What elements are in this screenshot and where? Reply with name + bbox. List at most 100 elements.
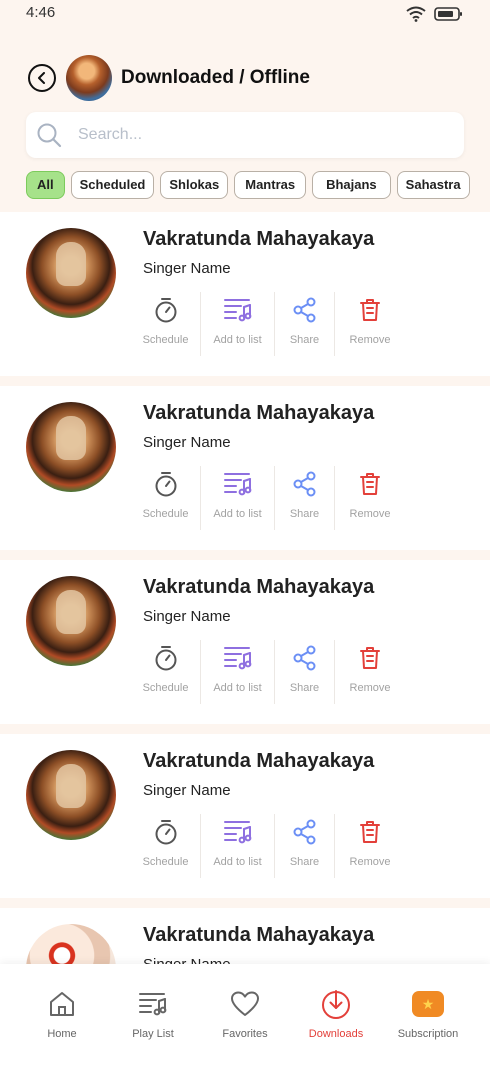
share-button[interactable]: Share xyxy=(275,466,335,530)
subscription-icon: ★ xyxy=(412,988,444,1020)
page-title: Downloaded / Offline xyxy=(121,67,310,88)
share-icon xyxy=(292,644,318,672)
song-thumbnail xyxy=(26,228,116,318)
battery-icon xyxy=(434,6,464,27)
singer-name: Singer Name xyxy=(143,782,231,799)
home-icon xyxy=(48,988,76,1020)
chip-sahastra[interactable]: Sahastra xyxy=(396,171,470,199)
nav-subscription[interactable]: ★ Subscription xyxy=(382,988,474,1040)
add-to-list-label: Add to list xyxy=(213,856,262,868)
singer-name: Singer Name xyxy=(143,260,231,277)
timer-icon xyxy=(154,818,178,846)
remove-button[interactable]: Remove xyxy=(335,640,405,704)
share-label: Share xyxy=(289,856,320,868)
schedule-button[interactable]: Schedule xyxy=(131,466,201,530)
share-button[interactable]: Share xyxy=(275,640,335,704)
song-title: Vakratunda Mahayakaya xyxy=(143,576,375,598)
trash-icon xyxy=(359,296,381,324)
remove-label: Remove xyxy=(349,508,391,520)
schedule-label: Schedule xyxy=(142,334,189,346)
share-icon xyxy=(292,296,318,324)
nav-favorites-label: Favorites xyxy=(222,1028,268,1040)
share-label: Share xyxy=(289,682,320,694)
heart-icon xyxy=(230,988,260,1020)
chip-shlokas[interactable]: Shlokas xyxy=(160,171,229,199)
search-icon xyxy=(34,120,64,150)
nav-home[interactable]: Home xyxy=(16,988,108,1040)
schedule-label: Schedule xyxy=(142,682,189,694)
nav-favorites[interactable]: Favorites xyxy=(199,988,291,1040)
remove-button[interactable]: Remove xyxy=(335,814,405,878)
song-title: Vakratunda Mahayakaya xyxy=(143,750,375,772)
song-thumbnail xyxy=(26,402,116,492)
nav-downloads-label: Downloads xyxy=(308,1028,364,1040)
song-card: Vakratunda Mahayakaya Singer Name Schedu… xyxy=(0,212,490,376)
song-card: Vakratunda Mahayakaya Singer Name Schedu… xyxy=(0,734,490,898)
singer-name: Singer Name xyxy=(143,434,231,451)
share-button[interactable]: Share xyxy=(275,814,335,878)
filter-chips: All Scheduled Shlokas Mantras Bhajans Sahastr… xyxy=(26,171,490,201)
song-actions: Schedule Add to list Share Remove xyxy=(131,466,405,530)
song-title: Vakratunda Mahayakaya xyxy=(143,228,375,250)
add-to-list-button[interactable]: Add to list xyxy=(201,640,275,704)
playlist-icon xyxy=(223,470,253,498)
schedule-label: Schedule xyxy=(142,508,189,520)
search-input[interactable] xyxy=(78,126,438,144)
search-box xyxy=(26,112,464,158)
share-icon xyxy=(292,470,318,498)
share-label: Share xyxy=(289,508,320,520)
chevron-left-icon xyxy=(38,72,45,84)
status-bar: 4:46 xyxy=(0,0,490,34)
status-icons xyxy=(406,6,464,27)
nav-playlist-label: Play List xyxy=(132,1028,174,1040)
nav-subscription-label: Subscription xyxy=(397,1028,459,1040)
playlist-icon xyxy=(223,644,253,672)
remove-label: Remove xyxy=(349,334,391,346)
timer-icon xyxy=(154,470,178,498)
remove-button[interactable]: Remove xyxy=(335,466,405,530)
timer-icon xyxy=(154,644,178,672)
remove-label: Remove xyxy=(349,682,391,694)
header-avatar xyxy=(66,55,112,101)
schedule-label: Schedule xyxy=(142,856,189,868)
page-header: Downloaded / Offline xyxy=(28,55,310,101)
song-actions: Schedule Add to list Share Remove xyxy=(131,640,405,704)
song-thumbnail xyxy=(26,576,116,666)
song-title: Vakratunda Mahayakaya xyxy=(143,402,375,424)
trash-icon xyxy=(359,644,381,672)
song-card: Vakratunda Mahayakaya Singer Name Schedu… xyxy=(0,560,490,724)
schedule-button[interactable]: Schedule xyxy=(131,814,201,878)
timer-icon xyxy=(154,296,178,324)
download-icon xyxy=(320,988,352,1020)
schedule-button[interactable]: Schedule xyxy=(131,640,201,704)
add-to-list-label: Add to list xyxy=(213,508,262,520)
chip-bhajans[interactable]: Bhajans xyxy=(312,171,391,199)
playlist-icon xyxy=(138,988,168,1020)
status-time: 4:46 xyxy=(26,4,56,21)
remove-button[interactable]: Remove xyxy=(335,292,405,356)
share-icon xyxy=(292,818,318,846)
remove-label: Remove xyxy=(349,856,391,868)
nav-home-label: Home xyxy=(47,1028,77,1040)
share-button[interactable]: Share xyxy=(275,292,335,356)
song-actions: Schedule Add to list Share Remove xyxy=(131,292,405,356)
chip-scheduled[interactable]: Scheduled xyxy=(70,171,155,199)
song-thumbnail xyxy=(26,750,116,840)
schedule-button[interactable]: Schedule xyxy=(131,292,201,356)
add-to-list-button[interactable]: Add to list xyxy=(201,814,275,878)
nav-downloads[interactable]: Downloads xyxy=(290,988,382,1040)
song-title: Vakratunda Mahayakaya xyxy=(143,924,375,946)
add-to-list-button[interactable]: Add to list xyxy=(201,466,275,530)
add-to-list-button[interactable]: Add to list xyxy=(201,292,275,356)
chip-all[interactable]: All xyxy=(26,171,65,199)
bottom-navigation: Home Play List Favorites Downloads ★ Sub… xyxy=(0,964,490,1070)
song-actions: Schedule Add to list Share Remove xyxy=(131,814,405,878)
singer-name: Singer Name xyxy=(143,608,231,625)
nav-playlist[interactable]: Play List xyxy=(107,988,199,1040)
share-label: Share xyxy=(289,334,320,346)
add-to-list-label: Add to list xyxy=(213,682,262,694)
chip-mantras[interactable]: Mantras xyxy=(234,171,307,199)
wifi-icon xyxy=(406,6,426,27)
playlist-icon xyxy=(223,818,253,846)
back-button[interactable] xyxy=(28,64,56,92)
